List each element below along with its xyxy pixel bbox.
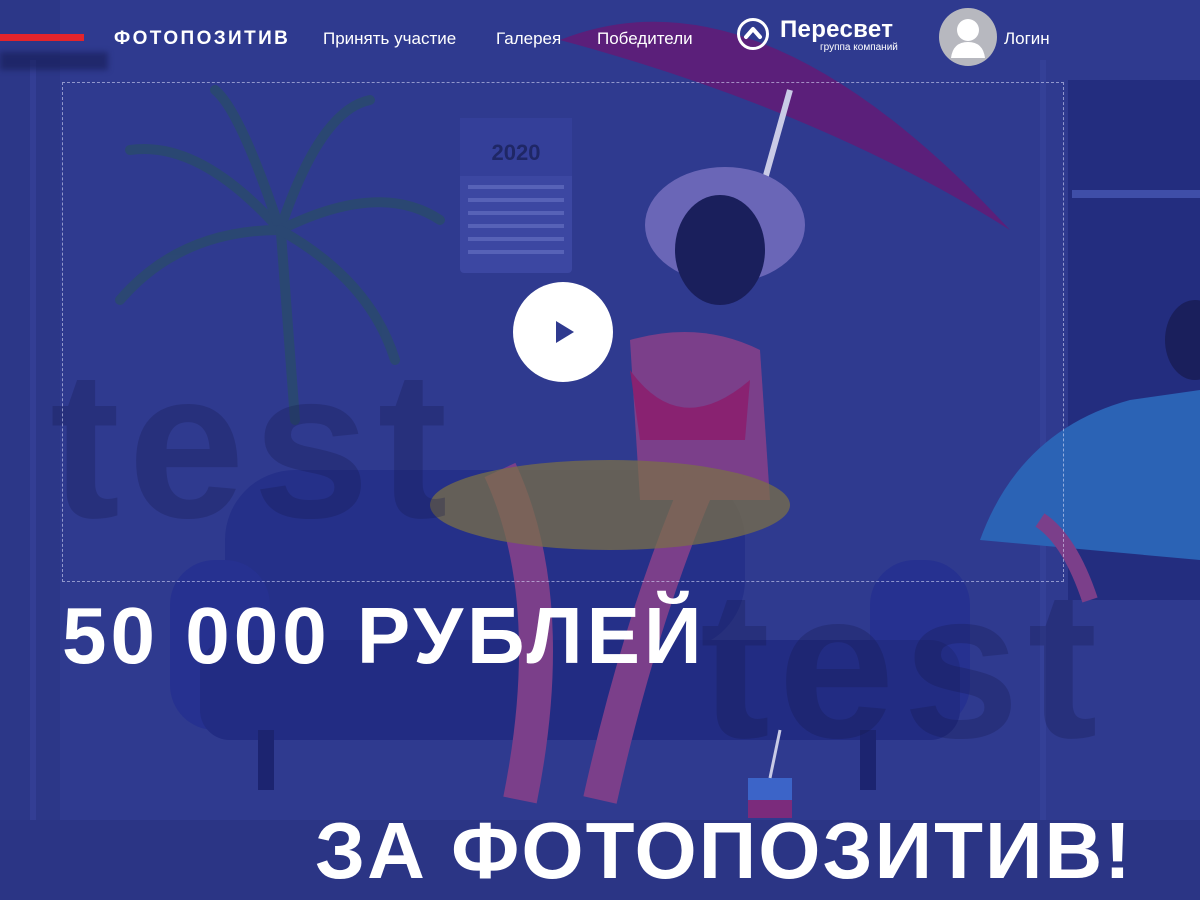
user-avatar[interactable] bbox=[939, 8, 997, 66]
play-icon bbox=[556, 321, 574, 343]
partner-logo[interactable]: Пересвет группа компаний bbox=[736, 14, 906, 58]
nav-participate[interactable]: Принять участие bbox=[323, 29, 456, 49]
nav-gallery[interactable]: Галерея bbox=[496, 29, 561, 49]
play-button[interactable] bbox=[513, 282, 613, 382]
nav-winners[interactable]: Победители bbox=[597, 29, 693, 49]
accent-shadow bbox=[0, 52, 108, 70]
partner-logo-subtitle: группа компаний bbox=[820, 42, 898, 53]
partner-logo-name: Пересвет bbox=[780, 16, 894, 43]
user-icon bbox=[951, 19, 985, 58]
headline-contest: ЗА ФОТОПОЗИТИВ! bbox=[315, 806, 1133, 895]
site-brand[interactable]: ФОТОПОЗИТИВ bbox=[114, 28, 290, 50]
headline-prize: 50 000 РУБЛЕЙ bbox=[62, 591, 706, 680]
login-link[interactable]: Логин bbox=[1004, 29, 1050, 49]
watermark-text: test bbox=[700, 547, 1106, 782]
chevron-up-circle-icon bbox=[737, 18, 769, 50]
accent-bar bbox=[0, 34, 84, 41]
